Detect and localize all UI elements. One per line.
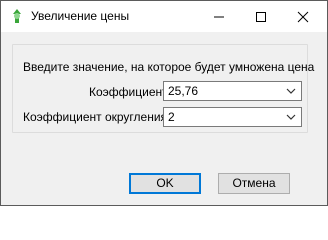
coefficient-value[interactable]: 25,76	[168, 84, 198, 98]
app-icon	[13, 9, 21, 23]
minimize-button[interactable]	[199, 1, 239, 32]
maximize-icon	[256, 12, 266, 22]
rounding-combobox[interactable]: 2	[163, 107, 302, 127]
minimize-icon	[214, 16, 224, 18]
ok-button[interactable]: OK	[129, 173, 201, 194]
window-title: Увеличение цены	[31, 9, 130, 23]
rounding-label: Коэффициент округления:	[23, 110, 171, 124]
prompt-text: Введите значение, на которое будет умнож…	[23, 60, 315, 74]
rounding-value[interactable]: 2	[168, 110, 175, 124]
cancel-button[interactable]: Отмена	[218, 173, 290, 194]
coefficient-label: Коэффициент:	[89, 85, 171, 99]
close-button[interactable]	[283, 1, 323, 32]
chevron-down-icon[interactable]	[286, 88, 296, 94]
coefficient-combobox[interactable]: 25,76	[163, 81, 302, 101]
dialog-window: Увеличение цены Введите значение, на кот…	[0, 0, 328, 206]
close-icon	[297, 11, 309, 23]
maximize-button[interactable]	[241, 1, 281, 32]
title-bar[interactable]: Увеличение цены	[1, 1, 327, 32]
chevron-down-icon[interactable]	[286, 114, 296, 120]
